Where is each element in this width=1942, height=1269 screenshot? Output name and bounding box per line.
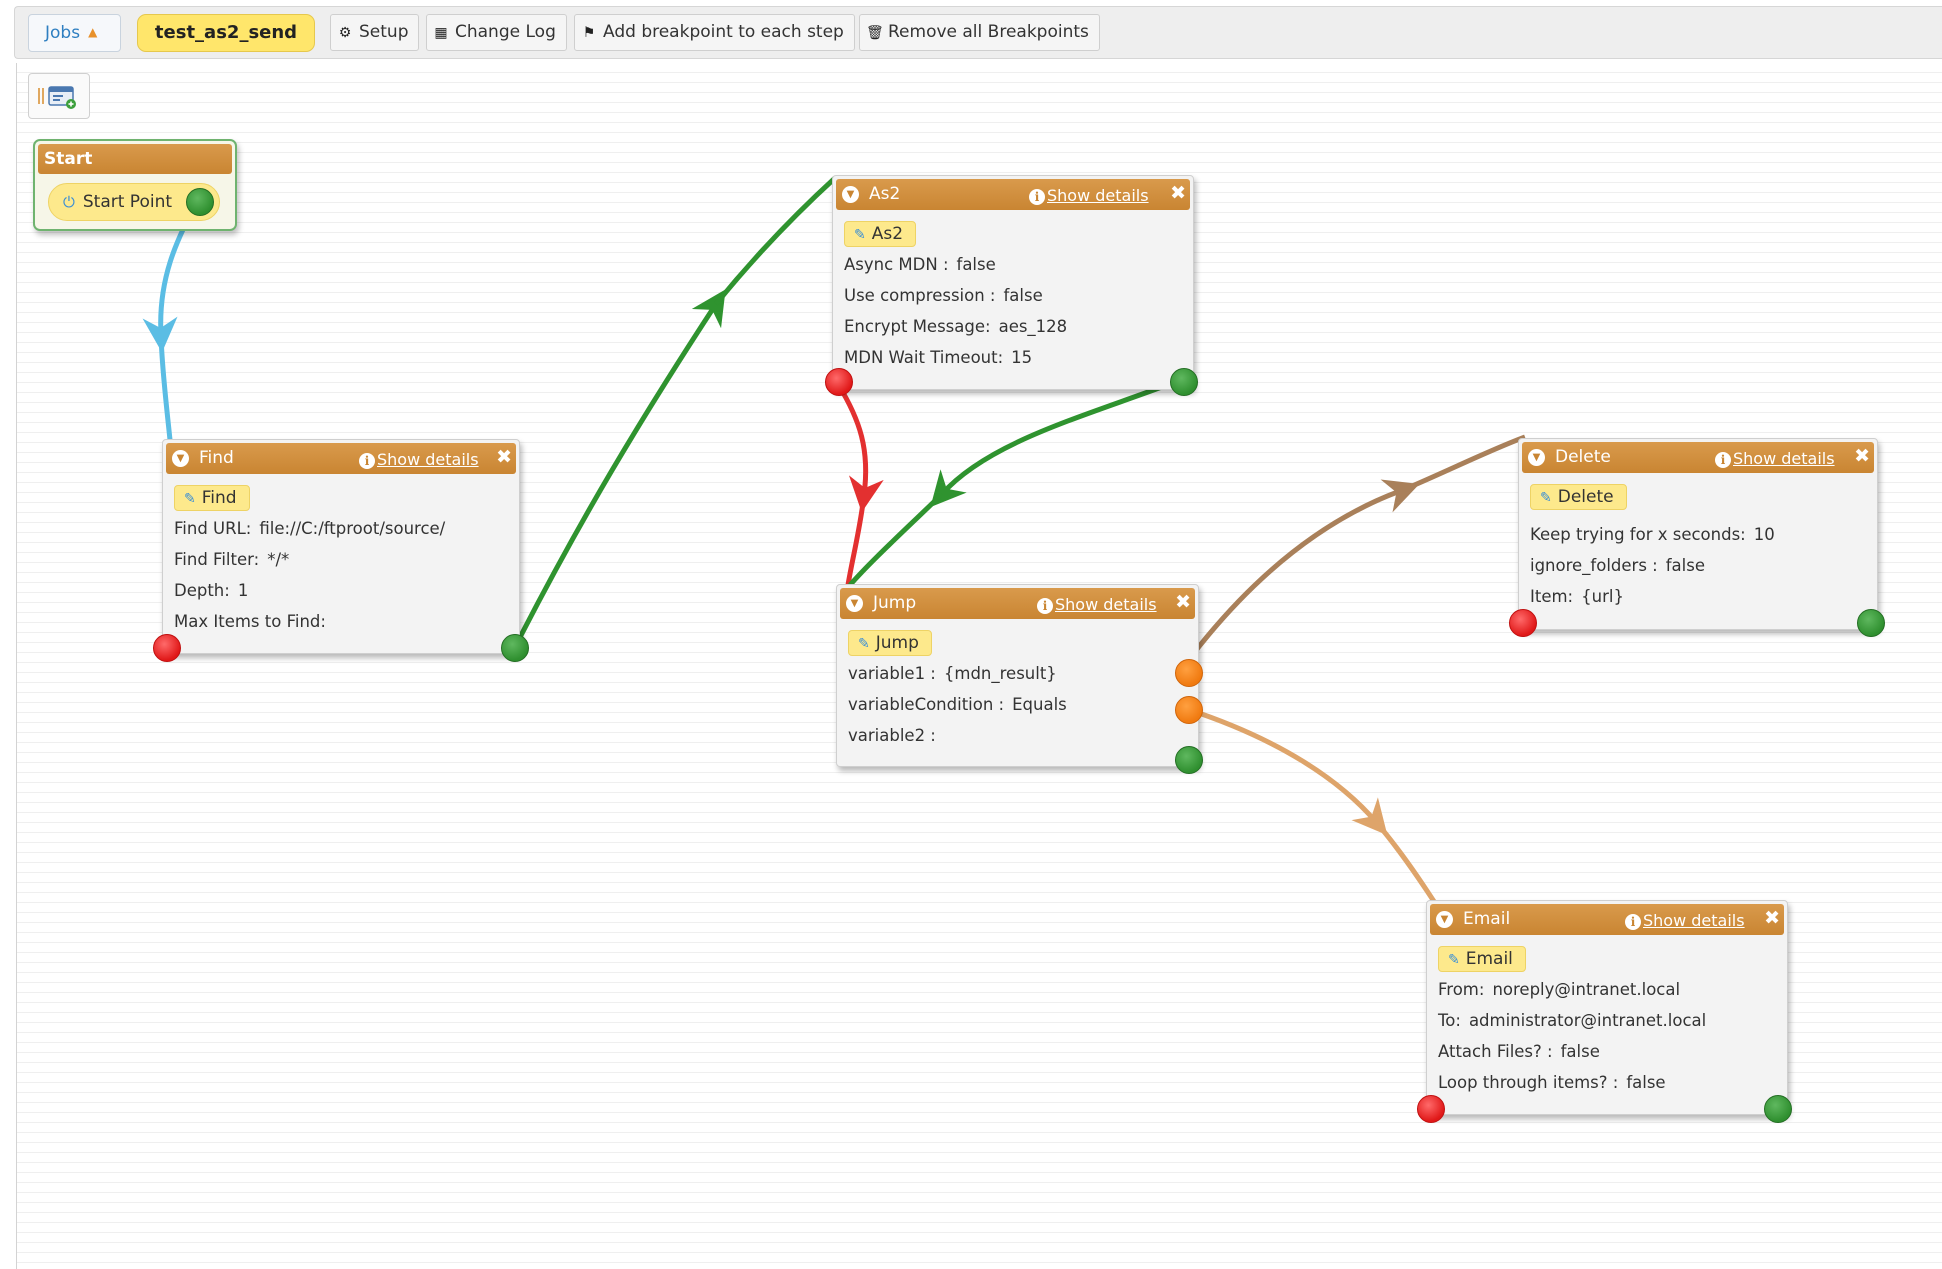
email-close-icon[interactable]: ✖ [1764,904,1780,933]
link-jump-delete-a [1188,479,1420,660]
email-node-title: Email [1463,909,1511,929]
email-step-chip[interactable]: ✎ Email [1438,946,1526,972]
delete-node-title: Delete [1555,447,1611,467]
jump-node[interactable]: ▼ Jump i Show details ✖ ✎ Jump variable1 :… [836,584,1203,774]
delete-step-chip[interactable]: ✎ Delete [1530,484,1627,510]
collapse-chevron-icon[interactable]: ▼ [172,450,189,467]
find-prop-filter: Find Filter: */* [174,550,290,569]
link-start-find-b [158,334,173,441]
jump-step-chip[interactable]: ✎ Jump [848,630,932,656]
info-icon: i [1037,598,1053,614]
delete-prop-keep-trying: Keep trying for x seconds: 10 [1530,525,1775,544]
email-prop-loop: Loop through items? : false [1438,1073,1666,1092]
delete-prop-ignore-folders: ignore_folders : false [1530,556,1705,575]
collapse-chevron-icon[interactable]: ▼ [842,186,859,203]
link-jump-delete-b [1402,434,1526,493]
jump-node-header[interactable]: ▼ Jump i Show details ✖ [840,588,1195,619]
find-prop-max-items: Max Items to Find: [174,612,326,631]
email-chip-label: Email [1465,949,1513,969]
as2-close-icon[interactable]: ✖ [1170,179,1186,208]
link-find-as2-b [714,176,837,306]
email-error-port[interactable] [1417,1095,1445,1123]
email-prop-from: From: noreply@intranet.local [1438,980,1681,999]
as2-node-title: As2 [869,184,901,204]
link-jump-email-a [1189,707,1388,836]
start-output-port[interactable] [186,188,214,216]
start-node-title: Start [44,149,93,169]
link-jump-email-b [1374,820,1438,905]
show-details-label: Show details [1055,595,1157,614]
find-prop-depth: Depth: 1 [174,581,249,600]
show-details-label: Show details [1733,449,1835,468]
email-show-details-link[interactable]: i Show details [1625,904,1745,937]
as2-prop-mdn-timeout: MDN Wait Timeout: 15 [844,348,1033,367]
as2-chip-label: As2 [871,224,904,244]
email-node[interactable]: ▼ Email i Show details ✖ ✎ Email From: nore… [1417,900,1792,1123]
find-step-chip[interactable]: ✎ Find [174,485,250,511]
show-details-label: Show details [1643,911,1745,930]
find-success-port[interactable] [501,634,529,662]
email-success-port[interactable] [1764,1095,1792,1123]
pencil-icon: ✎ [184,491,196,507]
collapse-chevron-icon[interactable]: ▼ [1436,911,1453,928]
delete-success-port[interactable] [1857,609,1885,637]
as2-show-details-link[interactable]: i Show details [1029,179,1149,212]
link-as2-jump-error-a [835,382,884,513]
info-icon: i [1029,189,1045,205]
as2-prop-async-mdn: Async MDN : false [844,255,996,274]
find-close-icon[interactable]: ✖ [496,443,512,472]
pencil-icon: ✎ [854,227,866,243]
as2-step-chip[interactable]: ✎ As2 [844,221,917,247]
find-prop-url: Find URL: file://C:/ftproot/source/ [174,519,446,538]
as2-error-port[interactable] [825,368,853,396]
delete-node[interactable]: ▼ Delete i Show details ✖ ✎ Delete Keep tr… [1509,438,1885,637]
email-prop-attach: Attach Files? : false [1438,1042,1600,1061]
info-icon: i [1715,452,1731,468]
jump-prop-variable1: variable1 : {mdn_result} [848,664,1057,683]
delete-close-icon[interactable]: ✖ [1854,442,1870,471]
delete-prop-item: Item: {url} [1530,587,1624,606]
pencil-icon: ✎ [1448,952,1460,968]
find-node[interactable]: ▼ Find i Show details ✖ ✎ Find Find URL: fi… [153,439,529,662]
pencil-icon: ✎ [858,636,870,652]
find-chip-label: Find [201,488,237,508]
email-node-header[interactable]: ▼ Email i Show details ✖ [1430,904,1784,935]
jump-node-title: Jump [873,593,917,613]
jump-success-port[interactable] [1175,746,1203,774]
start-node-header[interactable]: Start [38,144,232,174]
jump-false-port[interactable] [1175,696,1203,724]
as2-prop-compression: Use compression : false [844,286,1043,305]
show-details-label: Show details [1047,186,1149,205]
as2-node[interactable]: ▼ As2 i Show details ✖ ✎ As2 Async MDN : fa… [825,175,1198,396]
as2-success-port[interactable] [1170,368,1198,396]
jump-prop-condition: variableCondition : Equals [848,695,1067,714]
jump-true-port[interactable] [1175,659,1203,687]
jump-close-icon[interactable]: ✖ [1175,588,1191,617]
as2-prop-encrypt: Encrypt Message: aes_128 [844,317,1068,336]
link-find-as2-a [512,289,726,649]
find-node-header[interactable]: ▼ Find i Show details ✖ [166,443,516,474]
find-show-details-link[interactable]: i Show details [359,443,479,476]
email-prop-to: To: administrator@intranet.local [1438,1011,1707,1030]
collapse-chevron-icon[interactable]: ▼ [846,595,863,612]
delete-error-port[interactable] [1509,609,1537,637]
delete-chip-label: Delete [1557,487,1614,507]
info-icon: i [1625,914,1641,930]
delete-show-details-link[interactable]: i Show details [1715,442,1835,475]
jump-prop-variable2: variable2 : [848,726,936,745]
find-node-title: Find [199,448,234,468]
as2-node-header[interactable]: ▼ As2 i Show details ✖ [836,179,1190,210]
jump-show-details-link[interactable]: i Show details [1037,588,1157,621]
delete-node-header[interactable]: ▼ Delete i Show details ✖ [1522,442,1874,473]
start-node[interactable]: Start ⏻ Start Point [33,139,237,231]
pencil-icon: ✎ [1540,490,1552,506]
power-icon: ⏻ [63,193,75,211]
collapse-chevron-icon[interactable]: ▼ [1528,449,1545,466]
info-icon: i [359,453,375,469]
start-point-label: Start Point [82,192,173,212]
show-details-label: Show details [377,450,479,469]
link-as2-jump-success-a [930,376,1184,508]
jump-chip-label: Jump [875,633,919,653]
find-error-port[interactable] [153,634,181,662]
